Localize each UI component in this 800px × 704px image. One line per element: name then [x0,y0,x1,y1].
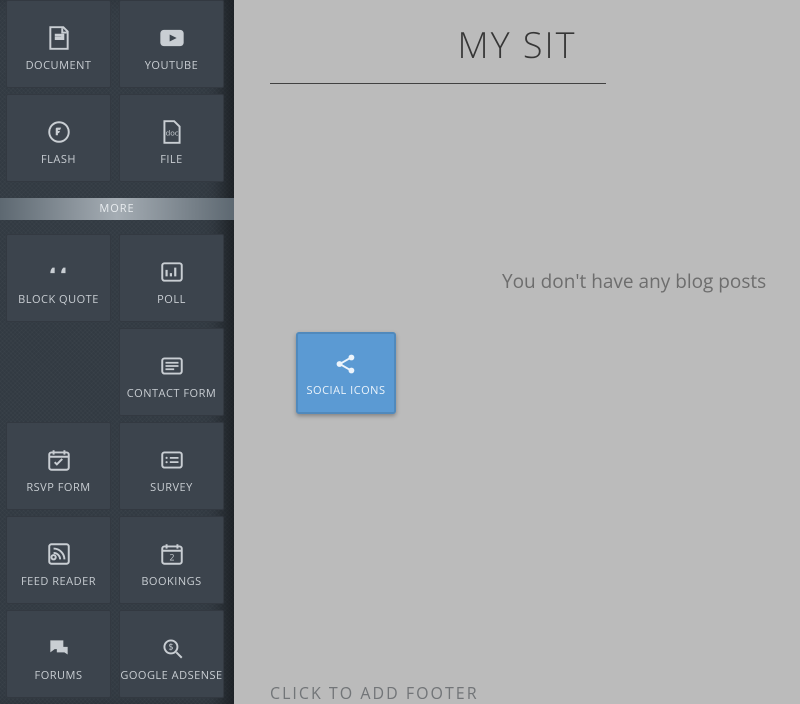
bookings-icon [159,537,185,571]
item-label: CONTACT FORM [127,383,217,400]
file-item[interactable]: FILE [119,94,224,182]
more-section-header: MORE [0,198,234,220]
survey-item[interactable]: SURVEY [119,422,224,510]
survey-icon [159,443,185,477]
adsense-icon [159,631,185,665]
social-icons-item-dragging[interactable]: SOCIAL ICONS [296,332,396,414]
item-label: DOCUMENT [26,55,92,72]
youtube-icon [158,21,186,55]
site-title[interactable]: MY SIT [234,20,800,69]
item-label: BLOCK QUOTE [18,289,99,306]
contact-form-icon [159,349,185,383]
item-label: SOCIAL ICONS [306,379,385,398]
flash-icon [46,115,72,149]
contact-form-item[interactable]: CONTACT FORM [119,328,224,416]
block-quote-item[interactable]: BLOCK QUOTE [6,234,111,322]
forums-item[interactable]: FORUMS [6,610,111,698]
google-adsense-item[interactable]: GOOGLE ADSENSE [119,610,224,698]
poll-icon [159,255,185,289]
quote-icon [46,255,72,289]
bookings-item[interactable]: BOOKINGS [119,516,224,604]
item-label: RSVP FORM [26,477,90,494]
rsvp-form-item[interactable]: RSVP FORM [6,422,111,510]
empty-blog-message: You don't have any blog posts [502,268,766,294]
document-icon [46,21,72,55]
flash-item[interactable]: FLASH [6,94,111,182]
forums-icon [46,631,72,665]
item-label: FEED READER [21,571,96,588]
item-label: GOOGLE ADSENSE [120,665,222,682]
youtube-item[interactable]: YOUTUBE [119,0,224,88]
feed-reader-item[interactable]: FEED READER [6,516,111,604]
document-item[interactable]: DOCUMENT [6,0,111,88]
divider [270,83,606,84]
file-icon [159,115,185,149]
rsvp-icon [46,443,72,477]
elements-sidebar: DOCUMENT YOUTUBE FLASH FILE MORE BLOCK Q… [0,0,234,704]
item-label: FLASH [41,149,76,166]
item-label: POLL [157,289,186,306]
item-label: FORUMS [35,665,83,682]
item-label: BOOKINGS [141,571,201,588]
share-icon [333,349,359,379]
poll-item[interactable]: POLL [119,234,224,322]
item-label: YOUTUBE [145,55,199,72]
feed-icon [46,537,72,571]
footer-placeholder[interactable]: CLICK TO ADD FOOTER [270,682,479,704]
item-label: FILE [160,149,183,166]
item-label: SURVEY [150,477,193,494]
